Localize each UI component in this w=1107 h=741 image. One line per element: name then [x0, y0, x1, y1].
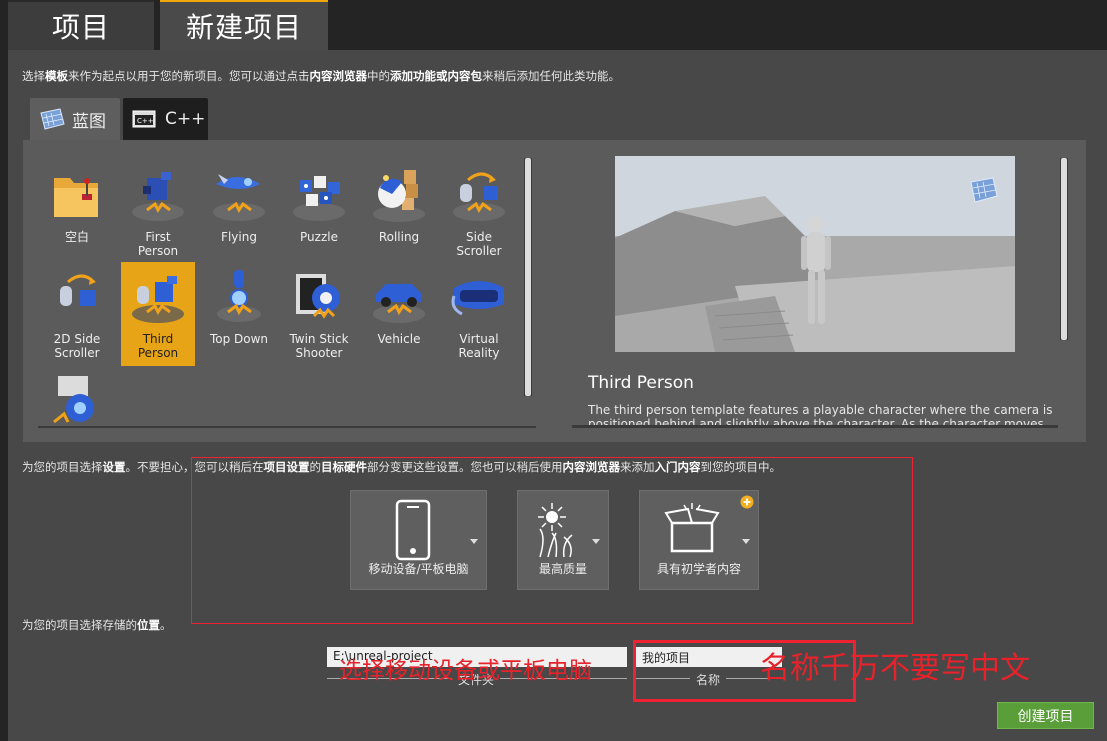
template-2d-side-scroller[interactable]: 2D Side Scroller: [40, 262, 114, 366]
template-grid: 空白 First Person Flying Puzzle Rolling Si…: [38, 158, 518, 428]
chevron-down-icon[interactable]: [470, 539, 478, 544]
tab-blueprint[interactable]: 蓝图: [30, 98, 120, 140]
preview-scrollbar[interactable]: [1060, 158, 1068, 340]
template-label: Side Scroller: [456, 230, 502, 258]
template-label: Third Person: [137, 332, 179, 360]
cpp-icon: C++: [132, 110, 156, 128]
preview-title: Third Person: [588, 373, 694, 393]
template-preview-image: [615, 156, 1015, 352]
virtual-reality-icon: [451, 281, 504, 316]
template-scroll-thumb[interactable]: [525, 158, 531, 396]
template-label: Top Down: [209, 332, 269, 346]
template-twin-stick-shooter[interactable]: Twin Stick Shooter: [282, 262, 356, 366]
max-quality-icon: [538, 503, 573, 558]
setting-label: 最高质量: [538, 562, 587, 576]
vehicle-icon: [373, 284, 425, 323]
create-project-button[interactable]: 创建项目: [997, 702, 1094, 729]
device-annotation: 选择移动设备或平板电脑: [339, 658, 592, 684]
setting-label: 移动设备/平板电脑: [368, 562, 469, 576]
top-tab-bar: 项目 新建项目: [0, 0, 1107, 50]
template-label: Puzzle: [300, 230, 338, 244]
side-scroller-icon: [453, 172, 505, 221]
twin-stick-shooter-icon: [296, 274, 340, 319]
template-puzzle[interactable]: Puzzle: [282, 160, 356, 264]
template-rolling[interactable]: Rolling: [362, 160, 436, 264]
2d-side-scroller-icon: [60, 274, 96, 306]
blueprint-badge-icon: [970, 177, 998, 203]
template-label: Vehicle: [377, 332, 421, 346]
name-annotation: 名称千万不要写中文: [760, 651, 1030, 686]
starter-content-icon: [664, 503, 720, 553]
template-first-person[interactable]: First Person: [121, 160, 195, 264]
tab-new-project[interactable]: 新建项目: [160, 0, 328, 50]
template-flying[interactable]: Flying: [202, 160, 276, 264]
third-person-icon: [132, 276, 184, 323]
chevron-down-icon[interactable]: [742, 539, 750, 544]
top-down-icon: [217, 270, 261, 322]
template-label: Virtual Reality: [458, 332, 500, 360]
template-label: 空白: [64, 230, 89, 244]
setting-label: 具有初学者内容: [656, 562, 741, 576]
template-blank[interactable]: 空白: [40, 160, 114, 264]
mobile-tablet-icon: [395, 499, 431, 561]
template-label: Twin Stick Shooter: [289, 332, 349, 360]
template-label: 2D Side Scroller: [53, 332, 101, 360]
setting-max-quality[interactable]: 最高质量: [517, 490, 609, 590]
template-hint: 选择模板来作为起点以用于您的新项目。您可以通过点击内容浏览器中的添加功能或内容包…: [22, 69, 620, 83]
svg-text:C++: C++: [137, 117, 154, 125]
first-person-icon: [132, 172, 184, 221]
template-divider: [38, 426, 536, 428]
setting-starter-content[interactable]: 具有初学者内容: [639, 490, 759, 590]
setting-mobile-tablet[interactable]: 移动设备/平板电脑: [350, 490, 487, 590]
tab-cpp[interactable]: C++ C++: [123, 98, 208, 140]
template-vehicle-advanced[interactable]: [40, 364, 114, 428]
preview-description: The third person template features a pla…: [588, 403, 1053, 427]
location-hint: 为您的项目选择存储的位置。: [22, 618, 172, 632]
tab-blueprint-label: 蓝图: [72, 111, 106, 132]
template-virtual-reality[interactable]: Virtual Reality: [442, 262, 516, 366]
blueprint-icon: [40, 108, 65, 130]
tab-cpp-label: C++: [165, 109, 206, 129]
template-label: First Person: [137, 230, 179, 258]
template-label: Flying: [221, 230, 257, 244]
template-side-scroller[interactable]: Side Scroller: [442, 160, 516, 264]
plus-badge-icon: [740, 495, 754, 509]
chevron-down-icon[interactable]: [592, 539, 600, 544]
rolling-icon: [373, 170, 425, 222]
tab-projects[interactable]: 项目: [8, 0, 154, 50]
template-scrollbar[interactable]: [524, 158, 532, 396]
template-label: Rolling: [378, 230, 420, 244]
template-third-person[interactable]: Third Person: [121, 262, 195, 366]
folder-joystick-icon: [54, 178, 98, 217]
template-top-down[interactable]: Top Down: [202, 262, 276, 366]
vehicle-advanced-icon: [53, 376, 94, 424]
preview-divider: [572, 425, 1058, 428]
template-vehicle[interactable]: Vehicle: [362, 262, 436, 366]
flying-icon: [213, 174, 265, 221]
preview-scroll-thumb[interactable]: [1061, 158, 1067, 340]
puzzle-icon: [293, 176, 345, 221]
